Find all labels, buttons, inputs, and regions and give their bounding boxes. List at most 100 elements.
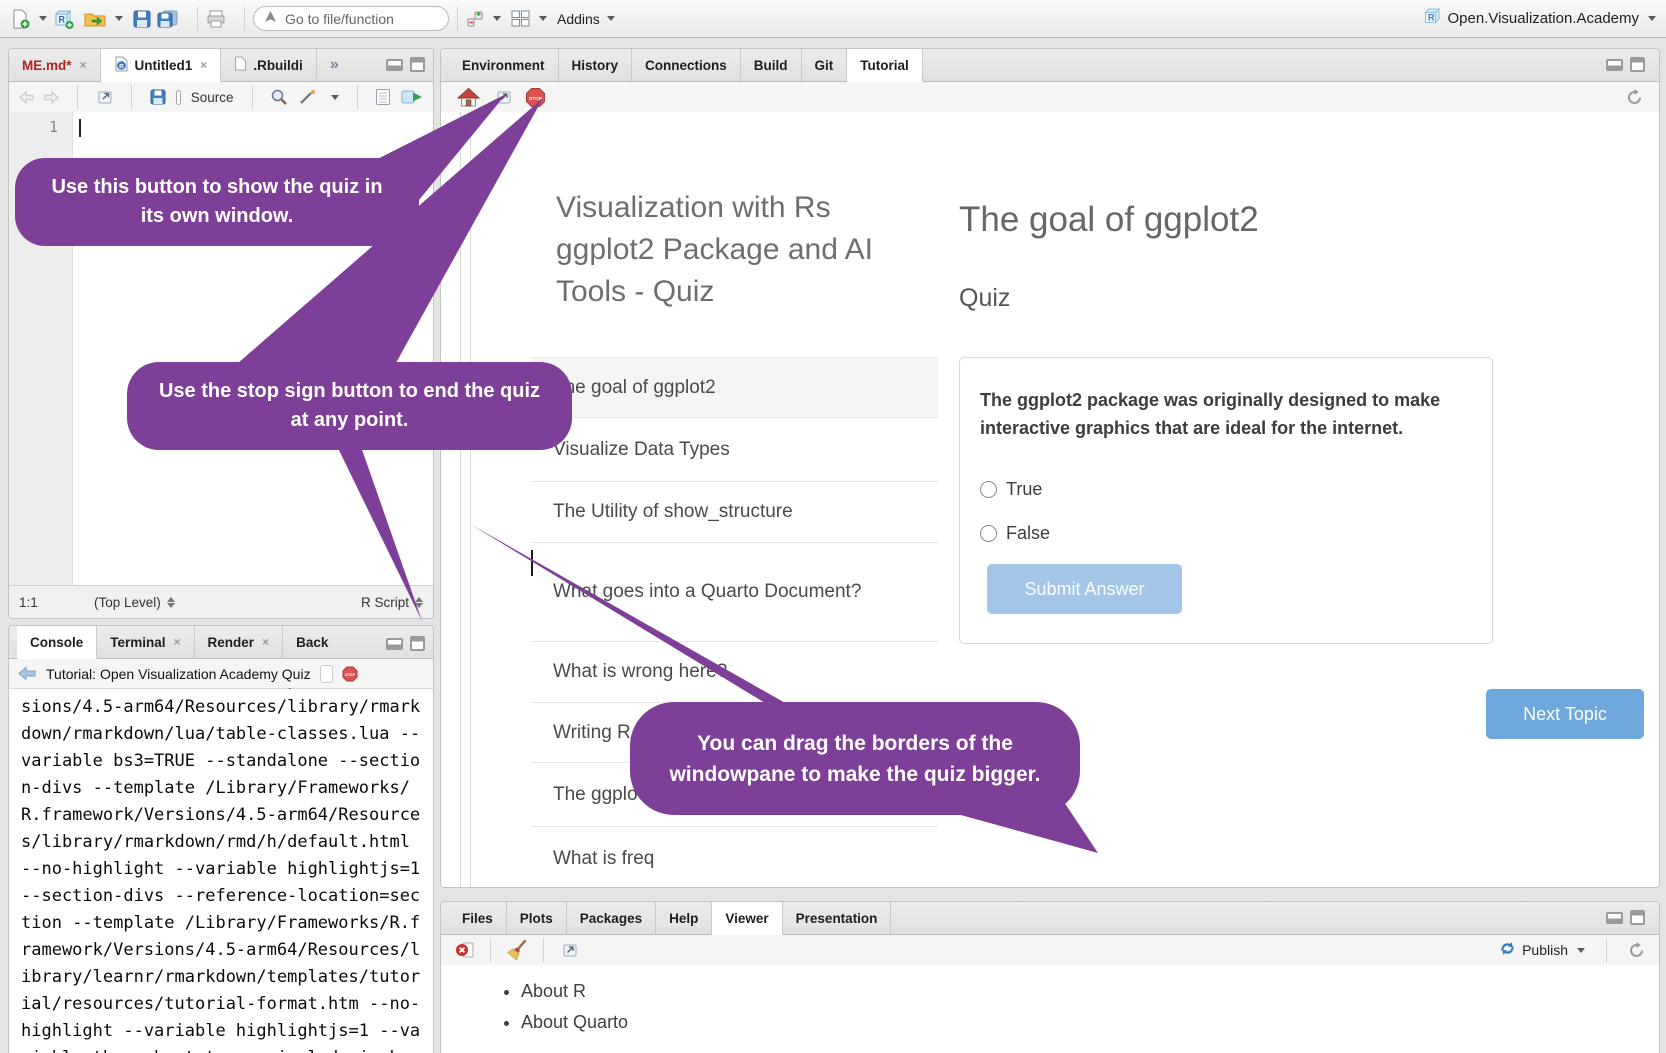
option-false-row[interactable]: False <box>980 523 1050 544</box>
tab-viewer[interactable]: Viewer <box>712 902 782 935</box>
minimize-pane-icon[interactable] <box>386 59 403 71</box>
version-control-caret-icon[interactable] <box>493 16 501 21</box>
scope-selector[interactable]: (Top Level) <box>94 595 161 610</box>
viewer-toolbar: Publish <box>441 935 1659 966</box>
topic-utility-show-structure[interactable]: The Utility of show_structure <box>531 482 938 543</box>
tutorial-scrollbar-track[interactable] <box>460 112 461 887</box>
open-file-caret-icon[interactable] <box>115 16 123 21</box>
tab-git-label: Git <box>815 58 834 73</box>
tutorial-popout-icon[interactable] <box>493 89 512 106</box>
version-control-icon[interactable] <box>466 10 484 28</box>
tab-history[interactable]: History <box>559 49 633 81</box>
back-icon[interactable] <box>19 91 34 104</box>
viewer-broom-icon[interactable] <box>506 940 528 960</box>
project-switcher[interactable]: R Open.Visualization.Academy <box>1423 7 1657 30</box>
job-stop-icon[interactable]: STOP <box>342 666 358 682</box>
submit-answer-button[interactable]: Submit Answer <box>987 564 1182 614</box>
new-file-caret-icon[interactable] <box>39 16 47 21</box>
minimize-pane-icon[interactable] <box>386 638 403 650</box>
quiz-question-card: The ggplot2 package was originally desig… <box>959 357 1493 644</box>
maximize-pane-icon[interactable] <box>410 57 425 72</box>
viewer-link[interactable]: About Quarto <box>521 1012 1659 1033</box>
tab-presentation[interactable]: Presentation <box>783 902 892 934</box>
tab-connections[interactable]: Connections <box>632 49 741 81</box>
tab-readme[interactable]: ME.md* × <box>9 49 101 81</box>
tab-packages[interactable]: Packages <box>567 902 656 934</box>
code-tools-wand-icon[interactable] <box>298 88 318 106</box>
tab-console[interactable]: Console <box>17 626 97 659</box>
filetype-label: R Script <box>361 595 409 610</box>
panes-layout-caret-icon[interactable] <box>539 16 547 21</box>
popout-editor-icon[interactable] <box>95 89 113 105</box>
new-project-icon[interactable]: R <box>53 9 74 29</box>
save-icon[interactable] <box>133 10 151 28</box>
panes-layout-icon[interactable] <box>511 10 530 27</box>
topic-what-is-wrong[interactable]: What is wrong here? <box>531 642 938 703</box>
tab-terminal[interactable]: Terminal × <box>97 626 194 658</box>
radio-true[interactable] <box>980 481 997 498</box>
next-topic-button[interactable]: Next Topic <box>1486 689 1644 739</box>
new-file-icon[interactable] <box>10 9 30 29</box>
maximize-pane-icon[interactable] <box>410 636 425 651</box>
scope-label: (Top Level) <box>94 595 161 610</box>
tutorial-refresh-icon[interactable] <box>1626 89 1643 106</box>
quiz-page-subtitle: Quiz <box>959 284 1010 313</box>
tab-readme-close-icon[interactable]: × <box>80 58 87 72</box>
tutorial-home-icon[interactable] <box>457 87 480 107</box>
tutorial-stop-icon[interactable]: STOP <box>525 87 546 108</box>
viewer-clear-icon[interactable] <box>455 941 475 959</box>
radio-false[interactable] <box>980 525 997 542</box>
compile-notebook-icon[interactable] <box>375 88 391 106</box>
tab-background-jobs[interactable]: Back <box>283 626 341 658</box>
console-output[interactable]: 4.5-arm64/Resources/library/rmarkdown/ls… <box>9 688 433 1053</box>
maximize-pane-icon[interactable] <box>1630 57 1645 72</box>
tab-terminal-close-icon[interactable]: × <box>174 635 181 649</box>
filetype-updown-icon[interactable] <box>415 597 423 608</box>
open-file-icon[interactable] <box>84 10 106 28</box>
topic-visualize-data-types[interactable]: Visualize Data Types <box>531 418 938 482</box>
forward-icon[interactable] <box>44 91 59 104</box>
filetype-selector[interactable]: R Script <box>361 595 409 610</box>
goto-file-function-input[interactable] <box>283 10 437 28</box>
tab-tutorial[interactable]: Tutorial <box>847 49 923 82</box>
maximize-pane-icon[interactable] <box>1630 910 1645 925</box>
scope-updown-icon[interactable] <box>167 597 175 608</box>
tab-untitled1[interactable]: R Untitled1 × <box>101 49 222 82</box>
topic-what-is-freq[interactable]: What is freq <box>531 827 938 888</box>
topic-goal-of-ggplot2[interactable]: The goal of ggplot2 <box>531 358 938 418</box>
viewer-link[interactable]: About R <box>521 981 1659 1002</box>
tab-render[interactable]: Render × <box>195 626 284 658</box>
print-icon[interactable] <box>206 10 226 28</box>
minimize-pane-icon[interactable] <box>1606 59 1623 71</box>
tab-rbuildignore[interactable]: .Rbuildi <box>221 49 317 81</box>
tab-environment[interactable]: Environment <box>449 49 559 81</box>
console-line: n-divs --template /Library/Frameworks/ <box>21 775 433 802</box>
tab-untitled1-close-icon[interactable]: × <box>200 58 207 72</box>
callout-stop-bubble: Use the stop sign button to end the quiz… <box>127 362 572 450</box>
viewer-content: About R About Quarto <box>441 965 1659 1053</box>
save-doc-icon[interactable] <box>150 89 166 105</box>
save-all-icon[interactable] <box>157 10 179 28</box>
tab-plots[interactable]: Plots <box>507 902 567 934</box>
goto-file-function-box[interactable] <box>253 6 449 31</box>
option-true-label: True <box>1006 479 1042 500</box>
tab-overflow-chevron-icon[interactable]: » <box>317 49 352 81</box>
publish-button[interactable]: Publish <box>1499 940 1585 960</box>
find-icon[interactable] <box>270 88 288 106</box>
viewer-popout-icon[interactable] <box>559 942 578 959</box>
tutorial-title: Visualization with Rs ggplot2 Package an… <box>556 187 901 313</box>
topic-quarto-document[interactable]: What goes into a Quarto Document? <box>531 543 938 642</box>
viewer-refresh-icon[interactable] <box>1628 942 1645 959</box>
source-run-icon[interactable] <box>401 89 423 105</box>
option-true-row[interactable]: True <box>980 479 1042 500</box>
source-on-save-checkbox[interactable] <box>176 90 181 105</box>
tab-render-close-icon[interactable]: × <box>262 635 269 649</box>
tab-files[interactable]: Files <box>449 902 507 934</box>
tab-git[interactable]: Git <box>802 49 848 81</box>
tab-help[interactable]: Help <box>656 902 712 934</box>
addins-menu[interactable]: Addins <box>557 11 615 27</box>
job-back-arrow-icon[interactable] <box>17 666 37 681</box>
minimize-pane-icon[interactable] <box>1606 912 1623 924</box>
tab-build[interactable]: Build <box>741 49 802 81</box>
code-tools-caret-icon[interactable] <box>331 95 339 100</box>
